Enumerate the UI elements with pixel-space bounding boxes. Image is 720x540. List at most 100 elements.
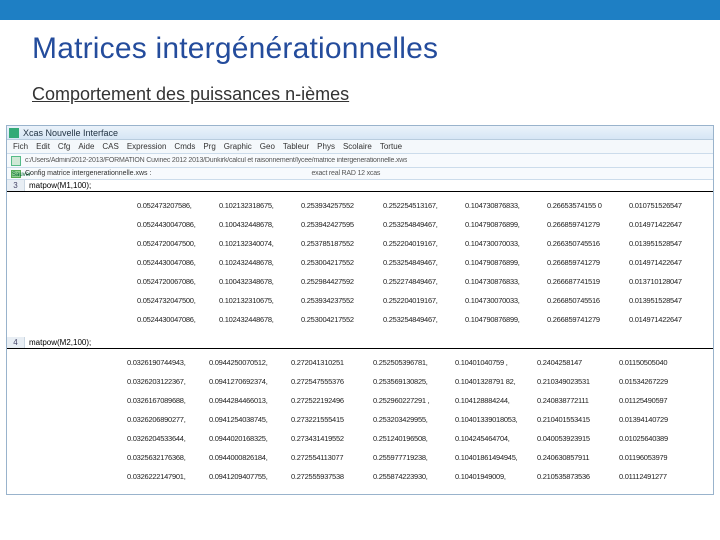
config-bar: Sauver Config matrice intergenerationnel… [7, 168, 713, 180]
matrix-cell: 0.253254849467, [383, 258, 455, 267]
matrix-cell: 0.0944000826184, [209, 453, 281, 462]
matrix-cell: 0.253934257552 [301, 201, 373, 210]
matrix-cell: 0.0524430047086, [137, 315, 209, 324]
matrix-row: 0.0524720047500,0.102132340074,0.2537851… [137, 234, 713, 253]
menu-prg[interactable]: Prg [203, 142, 215, 151]
matrix-cell: 0.0524720067086, [137, 277, 209, 286]
matrix-cell: 0.0326206890277, [127, 415, 199, 424]
command-input[interactable]: matpow(M2,100); [25, 337, 713, 348]
matrix-cell: 0.0524430047086, [137, 220, 209, 229]
matrix-cell: 0.10401861494945, [455, 453, 527, 462]
matrix-cell: 0.104128884244, [455, 396, 527, 405]
matrix-cell: 0.255977719238, [373, 453, 445, 462]
matrix-row: 0.0524430047086, 0.100432448678, 0.2539424… [137, 215, 713, 234]
menu-graphic[interactable]: Graphic [224, 142, 252, 151]
matrix-cell: 0.01150505040 [619, 358, 691, 367]
slide-accent-bar [0, 0, 720, 20]
menu-aide[interactable]: Aide [78, 142, 94, 151]
matrix-cell: 0.01196053979 [619, 453, 691, 462]
matrix-row: 0.0326206890277,0.0941254038745,0.273221… [127, 410, 713, 429]
matrix-output-2: 0.0326190744943,0.0944250070512,0.272041… [7, 349, 713, 494]
matrix-cell: 0.014971422647 [629, 220, 701, 229]
matrix-cell: 0.01125490597 [619, 396, 691, 405]
matrix-cell: 0.0326222147901, [127, 472, 199, 481]
menu-scolaire[interactable]: Scolaire [343, 142, 372, 151]
matrix-cell: 0.253934237552 [301, 296, 373, 305]
matrix-cell: 0.253203429955, [373, 415, 445, 424]
matrix-cell: 0.252204019167, [383, 296, 455, 305]
matrix-cell: 0.104790876899, [465, 258, 537, 267]
menu-tortue[interactable]: Tortue [380, 142, 402, 151]
menu-expression[interactable]: Expression [127, 142, 167, 151]
matrix-cell: 0.0944250070512, [209, 358, 281, 367]
command-number[interactable]: 4 [7, 337, 25, 348]
matrix-cell: 0.273221555415 [291, 415, 363, 424]
matrix-cell: 0.104245464704, [455, 434, 527, 443]
matrix-row: 0.0524720067086,0.100432348678,0.2529844… [137, 272, 713, 291]
matrix-cell: 0.104730876833, [465, 201, 537, 210]
matrix-row: 0.0326204533644,0.0944020168325,0.273431… [127, 429, 713, 448]
matrix-cell: 0.252960227291 , [373, 396, 445, 405]
matrix-cell: 0.10401949009, [455, 472, 527, 481]
matrix-cell: 0.26653574155 0 [547, 201, 619, 210]
slide-title: Matrices intergénérationnelles [32, 32, 688, 66]
menu-cmds[interactable]: Cmds [174, 142, 195, 151]
matrix-row: 0.0524732047500, 0.102132310675, 0.2539342… [137, 291, 713, 310]
matrix-cell: 0.272547555376 [291, 377, 363, 386]
matrix-cell: 0.252204019167, [383, 239, 455, 248]
matrix-cell: 0.240838772111 [537, 396, 609, 405]
matrix-cell: 0.0944020168325, [209, 434, 281, 443]
command-input[interactable]: matpow(M1,100); [25, 180, 713, 191]
matrix-cell: 0.104730070033, [465, 296, 537, 305]
matrix-output-1: 0.052473207586,0.102132318675,0.25393425… [7, 192, 713, 337]
matrix-cell: 0.052473207586, [137, 201, 209, 210]
matrix-cell: 0.01394140729 [619, 415, 691, 424]
menu-cas[interactable]: CAS [102, 142, 118, 151]
menu-phys[interactable]: Phys [317, 142, 335, 151]
matrix-cell: 0.0524732047500, [137, 296, 209, 305]
matrix-cell: 0.104730070033, [465, 239, 537, 248]
matrix-cell: 0.251240196508, [373, 434, 445, 443]
window-title: Xcas Nouvelle Interface [23, 128, 118, 138]
matrix-cell: 0.253942427595 [301, 220, 373, 229]
matrix-cell: 0.252505396781, [373, 358, 445, 367]
command-row-2: 4 matpow(M2,100); [7, 337, 713, 349]
menu-edit[interactable]: Edit [36, 142, 50, 151]
window-titlebar[interactable]: Xcas Nouvelle Interface [7, 126, 713, 140]
menu-fich[interactable]: Fich [13, 142, 28, 151]
matrix-cell: 0.253254849467, [383, 220, 455, 229]
matrix-cell: 0.253785187552 [301, 239, 373, 248]
matrix-cell: 0.104790876899, [465, 220, 537, 229]
matrix-cell: 0.013710128047 [629, 277, 701, 286]
menu-tableur[interactable]: Tableur [283, 142, 309, 151]
matrix-cell: 0.040053923915 [537, 434, 609, 443]
matrix-cell: 0.0325632176368, [127, 453, 199, 462]
matrix-row: 0.0524430047086,0.102432448678,0.2530042… [137, 310, 713, 329]
matrix-cell: 0.272041310251 [291, 358, 363, 367]
matrix-cell: 0.014971422647 [629, 315, 701, 324]
matrix-cell: 0.010751526547 [629, 201, 701, 210]
matrix-cell: 0.102132340074, [219, 239, 291, 248]
save-button[interactable]: Sauver [11, 170, 21, 178]
matrix-row: 0.0326190744943,0.0944250070512,0.272041… [127, 353, 713, 372]
matrix-cell: 0.272555937538 [291, 472, 363, 481]
matrix-cell: 0.01534267229 [619, 377, 691, 386]
config-value: exact real RAD 12 xcas [311, 170, 380, 177]
matrix-cell: 0.253004217552 [301, 315, 373, 324]
menubar[interactable]: Fich Edit Cfg Aide CAS Expression Cmds P… [7, 140, 713, 154]
command-number[interactable]: 3 [7, 180, 25, 191]
xcas-window: Xcas Nouvelle Interface Fich Edit Cfg Ai… [6, 125, 714, 495]
matrix-cell: 0.266687741519 [547, 277, 619, 286]
matrix-cell: 0.253254849467, [383, 315, 455, 324]
matrix-cell: 0.0944284466013, [209, 396, 281, 405]
app-icon [9, 128, 19, 138]
matrix-cell: 0.252274849467, [383, 277, 455, 286]
matrix-cell: 0.102132310675, [219, 296, 291, 305]
file-status-icon[interactable] [11, 156, 21, 166]
matrix-cell: 0.013951528547 [629, 296, 701, 305]
matrix-cell: 0.102432448678, [219, 258, 291, 267]
config-label: Config matrice intergenerationnelle.xws … [25, 170, 151, 177]
menu-geo[interactable]: Geo [260, 142, 275, 151]
matrix-cell: 0.100432448678, [219, 220, 291, 229]
menu-cfg[interactable]: Cfg [58, 142, 70, 151]
